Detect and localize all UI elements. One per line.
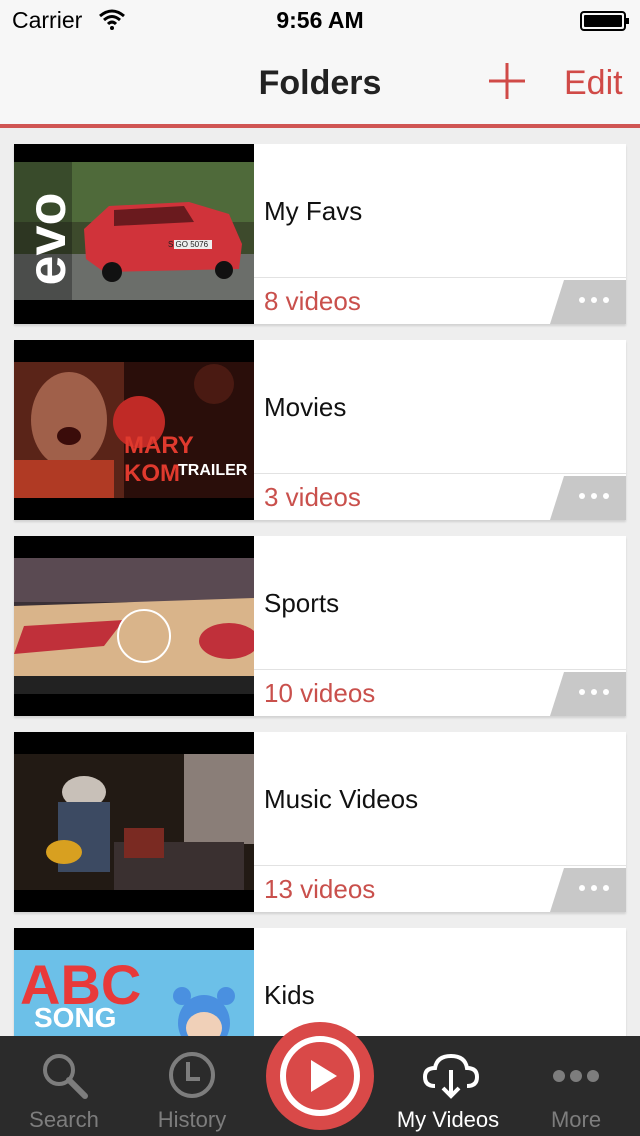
- folder-video-count: 3 videos: [264, 482, 361, 512]
- tab-label: More: [550, 1107, 602, 1132]
- folder-video-count: 10 videos: [264, 678, 376, 708]
- status-time: 9:56 AM: [276, 7, 364, 33]
- folder-thumbnail: [14, 732, 254, 912]
- folder-video-count: 8 videos: [264, 286, 361, 316]
- folder-card-sports[interactable]: Sports 10 videos: [14, 536, 626, 716]
- ellipsis-icon: [553, 1070, 599, 1082]
- thumbnail-subtitle: TRAILER: [178, 462, 248, 479]
- ellipsis-icon[interactable]: [550, 672, 626, 716]
- play-button[interactable]: [266, 1022, 374, 1130]
- tab-history[interactable]: History: [128, 1036, 256, 1136]
- folder-name: My Favs: [264, 196, 363, 226]
- search-icon: [43, 1054, 88, 1099]
- movie-thumbnail-image: [14, 362, 254, 498]
- folder-video-count: 13 videos: [264, 874, 376, 904]
- thumbnail-brand: evo: [17, 192, 77, 286]
- edit-button[interactable]: Edit: [564, 64, 623, 103]
- folder-thumbnail: MARY KOM TRAILER: [14, 340, 254, 520]
- thumbnail-subtitle: SONG: [34, 1002, 117, 1033]
- card-divider: [254, 277, 626, 278]
- folder-thumbnail: ABC SONG: [14, 928, 254, 1036]
- card-divider: [254, 865, 626, 866]
- page-title: Folders: [258, 64, 382, 102]
- tab-more[interactable]: More: [512, 1036, 640, 1136]
- thumbnail-plate: S GO 5076: [168, 240, 209, 249]
- folder-name: Sports: [264, 588, 340, 618]
- cloud-download-icon: [423, 1053, 479, 1099]
- folder-name: Kids: [264, 980, 315, 1010]
- ellipsis-icon[interactable]: [550, 868, 626, 912]
- play-icon: [280, 1036, 360, 1116]
- folder-card-kids[interactable]: ABC SONG Kids: [14, 928, 626, 1036]
- clock-icon: [169, 1052, 215, 1098]
- card-divider: [254, 669, 626, 670]
- basketball-thumbnail-image: [14, 558, 254, 694]
- ellipsis-icon[interactable]: [550, 280, 626, 324]
- folder-thumbnail: evo S GO 5076: [14, 144, 254, 324]
- tab-label: My Videos: [396, 1107, 500, 1132]
- plus-icon[interactable]: [486, 60, 528, 102]
- tab-my-videos[interactable]: My Videos: [384, 1036, 512, 1136]
- status-bar: Carrier 9:56 AM: [0, 0, 640, 40]
- tab-label: Search: [29, 1107, 99, 1132]
- battery-icon: [580, 11, 629, 31]
- tab-search[interactable]: Search: [0, 1036, 128, 1136]
- folder-card-my-favs[interactable]: evo S GO 5076 My Favs 8 videos: [14, 144, 626, 324]
- tab-label: History: [157, 1107, 227, 1132]
- navigation-bar: Folders Edit: [0, 40, 640, 124]
- concert-thumbnail-image: [14, 754, 254, 890]
- folder-name: Movies: [264, 392, 347, 422]
- folder-thumbnail: [14, 536, 254, 716]
- folder-card-music-videos[interactable]: Music Videos 13 videos: [14, 732, 626, 912]
- card-divider: [254, 473, 626, 474]
- folder-list[interactable]: evo S GO 5076 My Favs 8 videos MARY KOM …: [0, 128, 640, 1036]
- folder-card-movies[interactable]: MARY KOM TRAILER Movies 3 videos: [14, 340, 626, 520]
- folder-name: Music Videos: [264, 784, 419, 814]
- ellipsis-icon[interactable]: [550, 476, 626, 520]
